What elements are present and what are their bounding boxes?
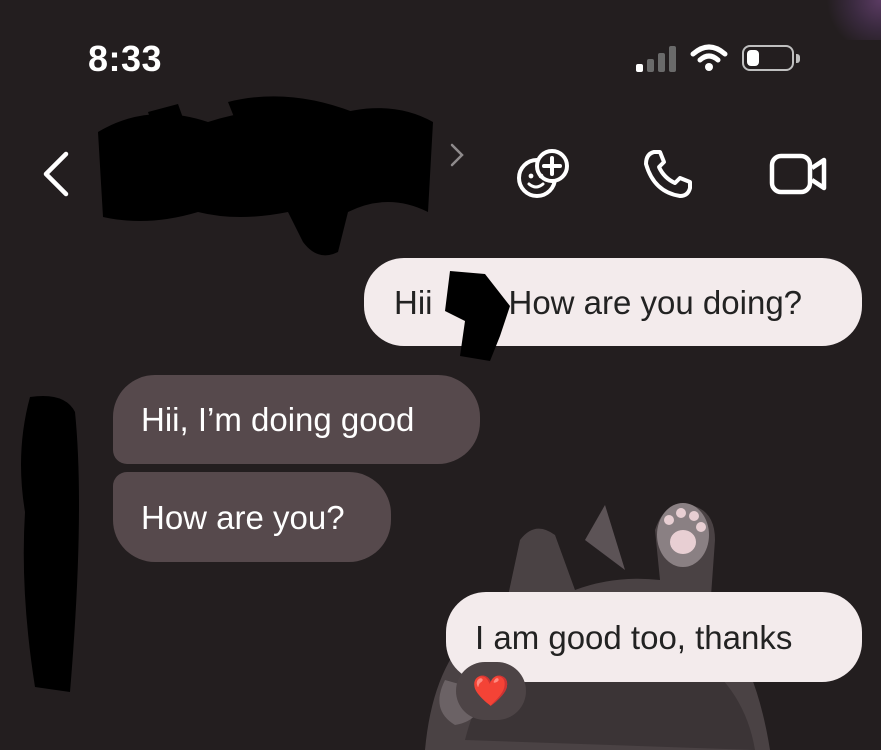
message-text: How are you doing? [508, 283, 803, 321]
redacted-contact-name[interactable] [88, 92, 438, 262]
redacted-name-in-message [445, 271, 510, 361]
message-text: Hii, I’m doing good [141, 401, 415, 438]
message-bubble-incoming[interactable]: How are you? [113, 472, 391, 562]
video-call-icon[interactable] [768, 146, 830, 202]
screen-corner-gradient [821, 0, 881, 40]
redacted-avatar[interactable] [10, 392, 90, 692]
status-indicators [636, 38, 800, 78]
message-bubble-incoming[interactable]: Hii, I’m doing good [113, 375, 480, 464]
phone-call-icon[interactable] [640, 146, 696, 202]
battery-icon [742, 45, 800, 71]
message-bubble-outgoing[interactable]: Hii How are you doing? [364, 258, 862, 346]
message-text: I am good too, thanks [475, 618, 793, 656]
status-time: 8:33 [88, 38, 163, 79]
heart-reaction[interactable]: ❤️ [456, 662, 526, 720]
add-effect-icon[interactable] [514, 146, 574, 202]
chevron-right-icon[interactable] [448, 141, 468, 169]
cellular-signal-icon [636, 44, 676, 72]
wifi-icon [690, 44, 728, 71]
back-chevron-icon[interactable] [38, 150, 74, 198]
message-text: How are you? [141, 498, 345, 536]
message-text: Hii [394, 283, 433, 321]
